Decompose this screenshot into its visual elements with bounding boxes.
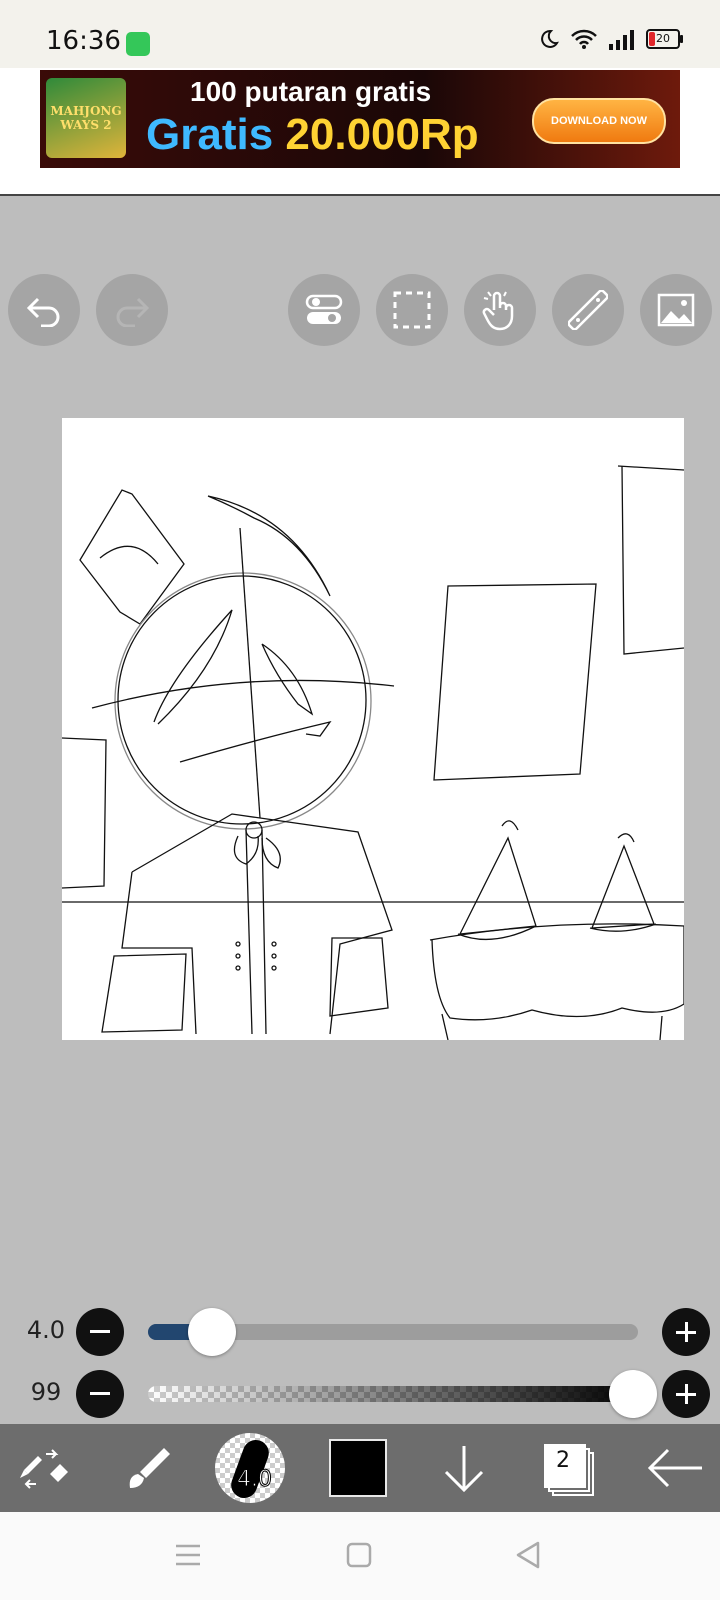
undo-button[interactable]: [8, 274, 80, 346]
canvas-artwork: [62, 465, 684, 1040]
hand-tool-button[interactable]: [464, 274, 536, 346]
ad-creative[interactable]: MAHJONG WAYS 2 100 putaran gratis Gratis…: [40, 70, 680, 168]
move-down-icon: [444, 1446, 484, 1493]
wifi-icon: [571, 29, 597, 49]
battery-level: 20: [656, 32, 670, 45]
home-icon[interactable]: [346, 1542, 372, 1568]
ad-subheadline-prefix: Gratis: [146, 110, 274, 159]
brush-preview: 4.0: [215, 1433, 285, 1503]
brush-preview-size: 4.0: [237, 1467, 273, 1493]
back-arrow-icon: [647, 1448, 702, 1488]
color-swatch: [329, 1439, 387, 1497]
opacity-row: 99: [0, 1364, 720, 1424]
minus-icon: [90, 1330, 110, 1333]
signal-icon: [609, 30, 634, 50]
layers-icon: 2: [542, 1440, 598, 1496]
opacity-decrease-button[interactable]: [76, 1370, 124, 1418]
redo-icon: [116, 297, 150, 327]
system-nav-bar: [0, 1512, 720, 1600]
tool-switch-button[interactable]: [8, 1432, 80, 1504]
minus-icon: [90, 1392, 110, 1395]
brush-preview-button[interactable]: 4.0: [214, 1432, 286, 1504]
ad-game-logo: MAHJONG WAYS 2: [46, 78, 126, 158]
image-import-icon: [657, 293, 695, 327]
brush-size-increase-button[interactable]: [662, 1308, 710, 1356]
drawing-canvas[interactable]: [62, 418, 684, 1040]
brush-size-knob[interactable]: [188, 1308, 236, 1356]
back-nav-icon[interactable]: [514, 1540, 542, 1570]
brush-size-slider[interactable]: [148, 1308, 638, 1356]
toggle-settings-button[interactable]: [288, 274, 360, 346]
layer-count: 2: [556, 1448, 570, 1473]
hand-tool-icon: [482, 291, 514, 331]
status-icons: 20: [538, 28, 683, 50]
layers-button[interactable]: 2: [534, 1432, 606, 1504]
brush-size-value: 4.0: [26, 1316, 66, 1344]
opacity-increase-button[interactable]: [662, 1370, 710, 1418]
toggle-icon: [305, 294, 343, 324]
ad-download-button[interactable]: DOWNLOAD NOW: [532, 98, 666, 144]
battery-icon: 20: [646, 29, 683, 49]
opacity-value: 99: [30, 1378, 62, 1406]
ad-subheadline-amount: 20.000Rp: [285, 110, 479, 159]
opacity-knob[interactable]: [609, 1370, 657, 1418]
ad-subheadline: Gratis 20.000Rp: [146, 110, 479, 160]
plus-icon: [676, 1322, 696, 1342]
top-toolbar: [0, 274, 720, 346]
selection-icon: [393, 291, 431, 329]
move-down-button[interactable]: [428, 1432, 500, 1504]
plus-icon: [676, 1384, 696, 1404]
brush-icon: [129, 1448, 170, 1488]
ruler-button[interactable]: [552, 274, 624, 346]
battery-saver-icon: [126, 32, 150, 56]
moon-icon: [541, 29, 559, 48]
ad-headline: 100 putaran gratis: [190, 76, 432, 107]
bottom-toolbar: 4.0 2: [0, 1424, 720, 1512]
opacity-slider[interactable]: [148, 1370, 657, 1418]
menu-icon[interactable]: [174, 1542, 202, 1568]
selection-button[interactable]: [376, 274, 448, 346]
brush-size-decrease-button[interactable]: [76, 1308, 124, 1356]
brush-tool-button[interactable]: [112, 1432, 184, 1504]
undo-icon: [26, 297, 60, 327]
redo-button[interactable]: [96, 274, 168, 346]
tool-switch-icon: [20, 1449, 68, 1489]
ad-banner[interactable]: MAHJONG WAYS 2 100 putaran gratis Gratis…: [0, 68, 720, 196]
color-button[interactable]: [322, 1432, 394, 1504]
ruler-icon: [568, 290, 608, 330]
image-import-button[interactable]: [640, 274, 712, 346]
brush-size-row: 4.0: [0, 1302, 720, 1362]
back-button[interactable]: [638, 1432, 710, 1504]
status-time: 16:36: [46, 26, 121, 56]
